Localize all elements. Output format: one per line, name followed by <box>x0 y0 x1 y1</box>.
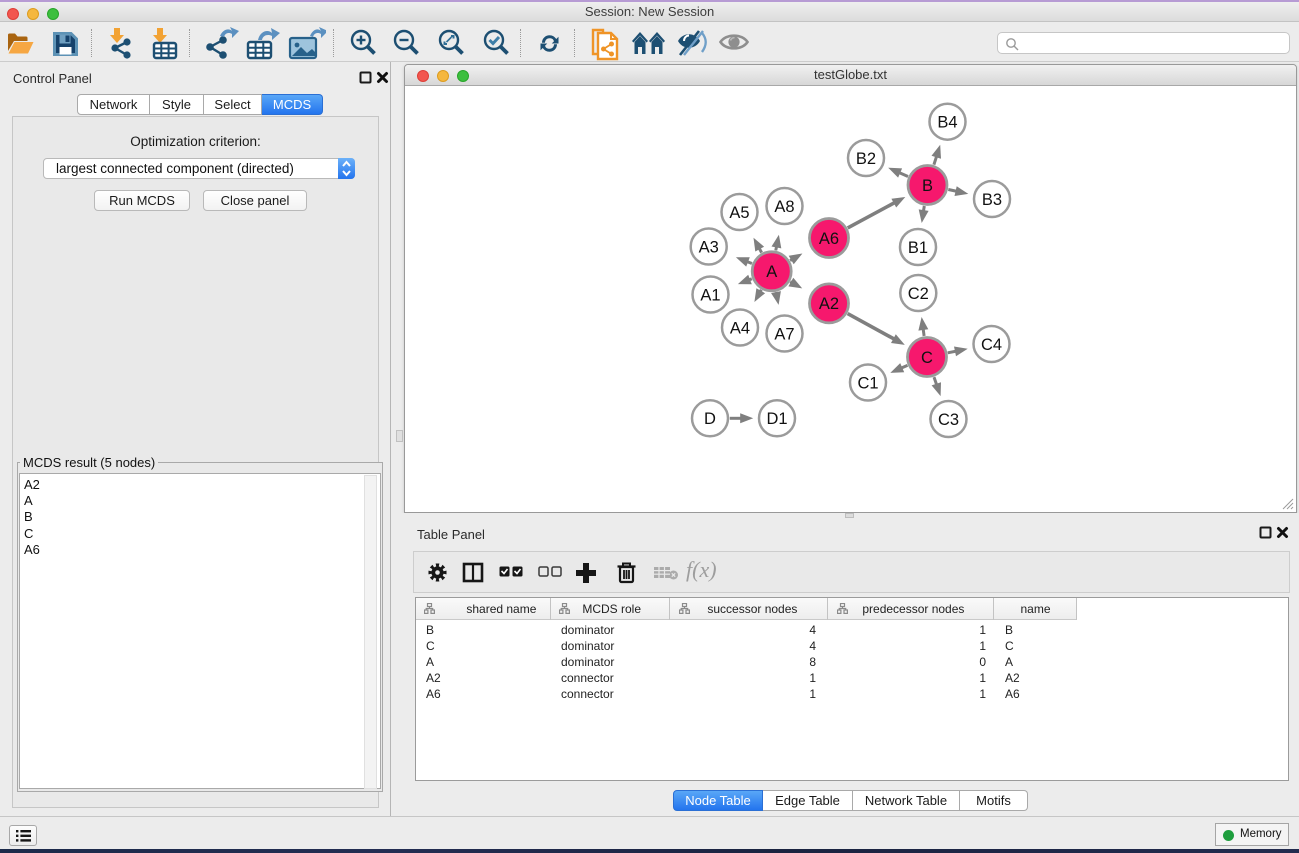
svg-text:A5: A5 <box>729 204 749 222</box>
svg-text:A2: A2 <box>819 295 839 313</box>
svg-text:A7: A7 <box>774 325 794 343</box>
svg-text:C3: C3 <box>938 411 959 429</box>
svg-text:D: D <box>704 410 716 428</box>
svg-text:C: C <box>921 349 933 367</box>
svg-text:B3: B3 <box>982 191 1002 209</box>
svg-text:B1: B1 <box>908 239 928 257</box>
svg-text:C2: C2 <box>908 285 929 303</box>
svg-text:B2: B2 <box>856 150 876 168</box>
svg-text:A8: A8 <box>774 198 794 216</box>
svg-text:B4: B4 <box>937 114 957 132</box>
svg-text:A3: A3 <box>699 238 719 256</box>
svg-text:A6: A6 <box>819 230 839 248</box>
svg-text:C4: C4 <box>981 336 1002 354</box>
svg-text:A1: A1 <box>700 286 720 304</box>
svg-text:A4: A4 <box>730 319 750 337</box>
svg-text:A: A <box>766 263 777 281</box>
svg-text:B: B <box>922 177 933 195</box>
svg-text:D1: D1 <box>766 410 787 428</box>
svg-text:C1: C1 <box>857 374 878 392</box>
